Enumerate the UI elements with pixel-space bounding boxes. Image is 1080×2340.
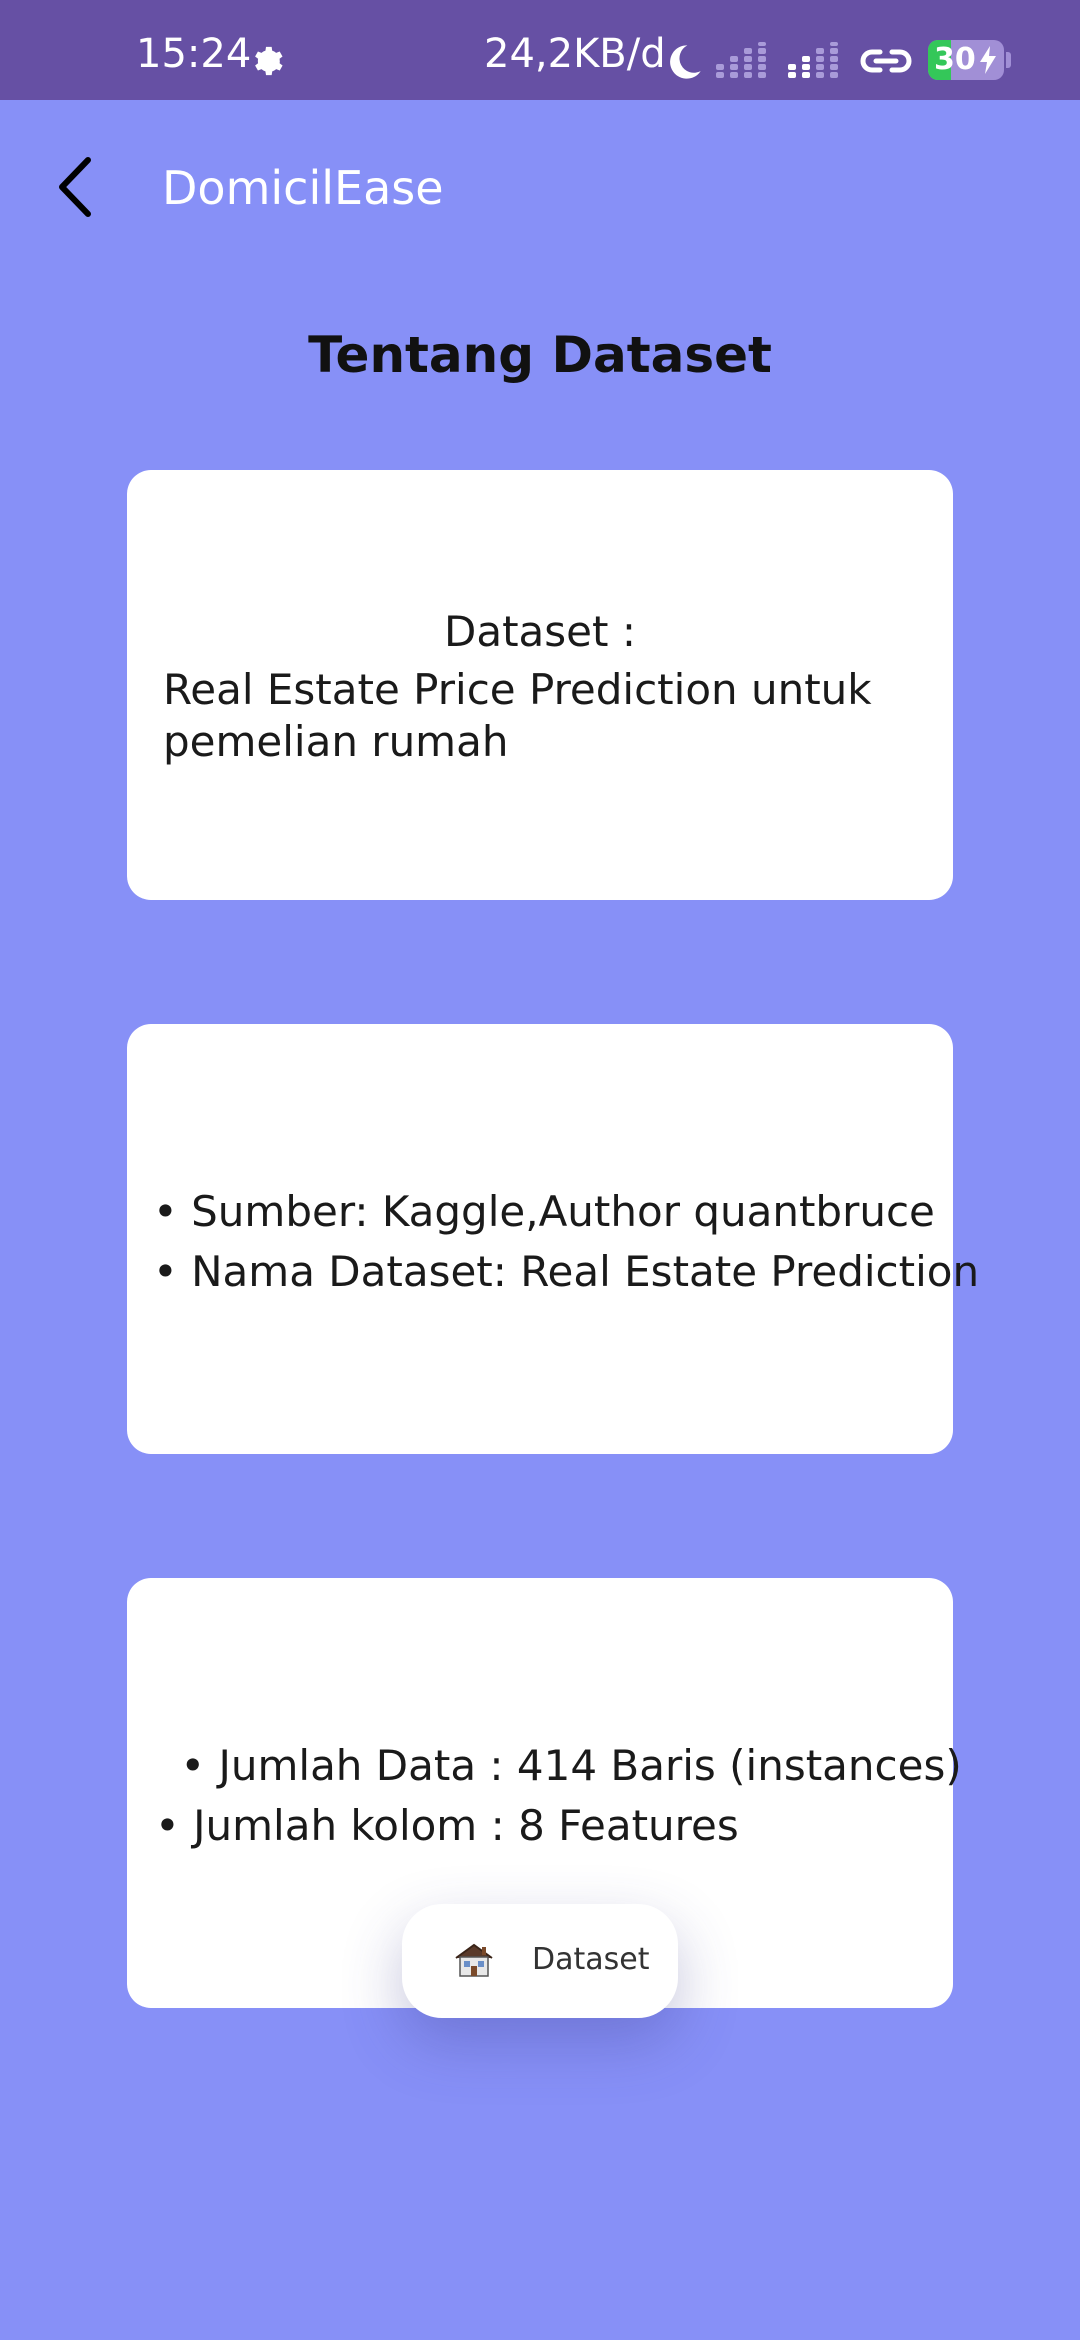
app-title: DomicilEase <box>162 161 444 215</box>
dataset-name-line: • Nama Dataset: Real Estate Prediction <box>153 1247 980 1296</box>
dataset-heading: Dataset : <box>444 607 636 656</box>
status-time: 15:24 <box>136 31 252 77</box>
dataset-description: Real Estate Price Prediction untuk pemel… <box>163 665 872 766</box>
signal-icon <box>788 42 838 78</box>
link-icon <box>860 49 912 73</box>
page-title: Tentang Dataset <box>308 326 772 384</box>
chevron-left-icon <box>59 157 91 217</box>
back-button[interactable] <box>48 152 108 222</box>
charging-icon <box>980 46 996 74</box>
status-bar: 15:24 24,2KB/d 30 <box>0 0 1080 100</box>
data-count-line: • Jumlah Data : 414 Baris (instances) <box>167 1741 962 1790</box>
signal-icon <box>716 42 766 78</box>
nav-dataset-tab[interactable]: Dataset <box>402 1904 678 2018</box>
dataset-card: Dataset : Real Estate Price Prediction u… <box>127 470 953 900</box>
source-line: • Sumber: Kaggle,Author quantbruce <box>153 1187 935 1236</box>
moon-icon <box>670 45 701 79</box>
battery-icon: 30 <box>928 40 1004 80</box>
column-count-line: • Jumlah kolom : 8 Features <box>155 1801 739 1850</box>
gear-icon <box>255 46 283 76</box>
nav-dataset-label: Dataset <box>532 1942 650 1977</box>
battery-level: 30 <box>934 42 976 77</box>
network-speed: 24,2KB/d <box>484 31 666 77</box>
battery-nub <box>1006 52 1011 68</box>
house-icon <box>455 1943 493 1977</box>
source-card: • Sumber: Kaggle,Author quantbruce • Nam… <box>127 1024 979 1454</box>
